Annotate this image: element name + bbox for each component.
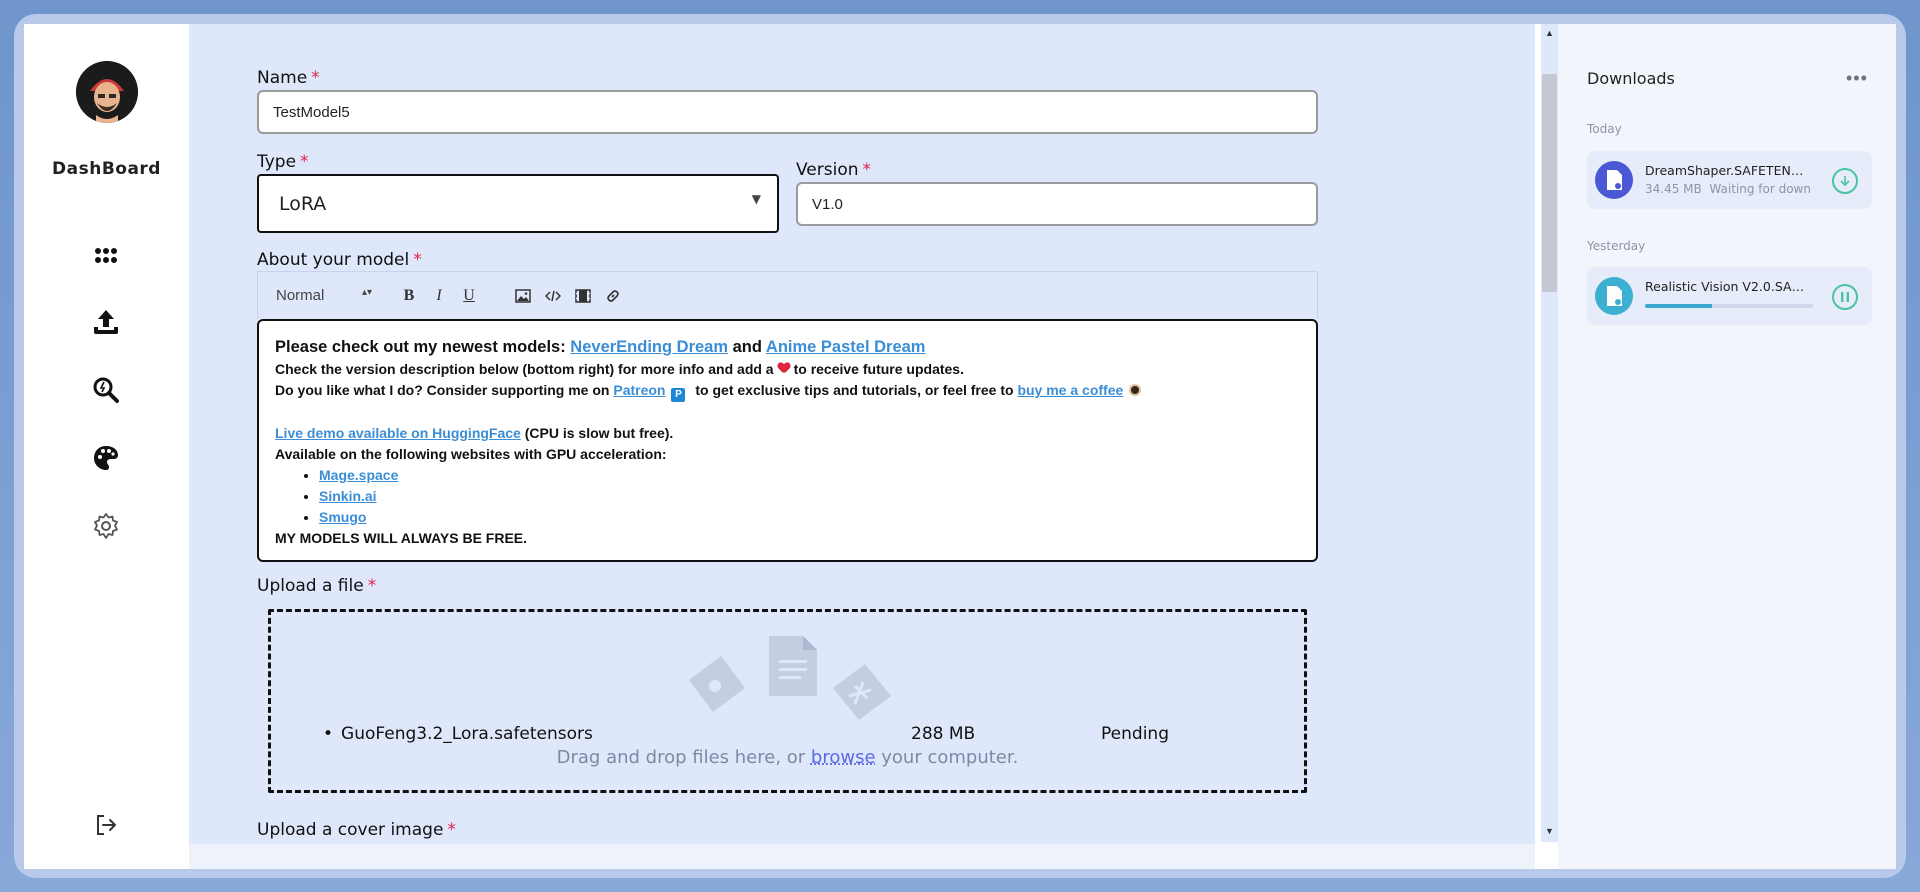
file-dropzone[interactable]: • GuoFeng3.2_Lora.safetensors 288 MB Pen… (268, 609, 1307, 793)
code-icon[interactable] (543, 286, 563, 306)
sites-list: Mage.space Sinkin.ai Smugo (319, 465, 1300, 528)
smugo-link[interactable]: Smugo (319, 509, 366, 525)
heart-icon (778, 363, 790, 374)
editor-line-1: Please check out my newest models: Never… (275, 338, 926, 356)
file-name: GuoFeng3.2_Lora.safetensors (341, 724, 593, 744)
image-icon[interactable] (513, 286, 533, 306)
download-item[interactable]: Realistic Vision V2.0.SAFETENSORS (1587, 267, 1872, 325)
palette-icon[interactable] (90, 442, 122, 474)
mage-space-link[interactable]: Mage.space (319, 467, 398, 483)
type-select[interactable]: LoRA ▼ (257, 174, 779, 233)
more-options-icon[interactable]: ••• (1846, 68, 1868, 89)
file-status: Pending (1101, 724, 1169, 744)
underline-button[interactable]: U (459, 286, 479, 306)
patreon-link[interactable]: Patreon (613, 382, 665, 398)
about-label: About your model * (257, 250, 422, 270)
download-name: DreamShaper.SAFETENSORS (1645, 163, 1810, 178)
bold-button[interactable]: B (399, 286, 419, 306)
group-label-yesterday: Yesterday (1587, 239, 1646, 253)
anime-pastel-dream-link[interactable]: Anime Pastel Dream (766, 338, 926, 356)
video-icon[interactable] (573, 286, 593, 306)
uploaded-file-row: • GuoFeng3.2_Lora.safetensors 288 MB Pen… (323, 724, 1169, 744)
list-item: Smugo (319, 507, 1300, 528)
upload-file-label: Upload a file * (257, 576, 377, 596)
italic-button[interactable]: I (429, 286, 449, 306)
editor-toolbar: Normal ▴▾ B I U (257, 271, 1318, 319)
coffee-icon (1129, 384, 1142, 396)
settings-gear-icon[interactable] (90, 510, 122, 542)
patreon-icon: P (671, 388, 686, 402)
editor-line-3: Do you like what I do? Consider supporti… (275, 380, 1300, 402)
download-item[interactable]: DreamShaper.SAFETENSORS 34.45 MB Waiting… (1587, 151, 1872, 209)
model-description-editor[interactable]: Please check out my newest models: Never… (257, 319, 1318, 562)
sidebar: DashBoard (24, 24, 189, 869)
link-icon[interactable] (603, 286, 623, 306)
file-types-illustration (689, 636, 891, 720)
scroll-up-arrow-icon[interactable]: ▲ (1541, 28, 1558, 38)
download-meta: 34.45 MB Waiting for download (1645, 182, 1810, 196)
download-icon[interactable] (1832, 168, 1858, 194)
browse-link[interactable]: browse (811, 747, 876, 768)
apps-grid-icon[interactable] (90, 240, 122, 272)
list-item: Mage.space (319, 465, 1300, 486)
main-footer-strip (189, 844, 1535, 869)
scrollbar-thumb[interactable] (1542, 74, 1557, 292)
dropzone-instructions: Drag and drop files here, or browse your… (556, 747, 1019, 768)
editor-line-4: Live demo available on HuggingFace (CPU … (275, 425, 674, 441)
type-selected-value: LoRA (279, 192, 327, 215)
avatar[interactable] (76, 61, 138, 123)
format-select[interactable]: Normal ▴▾ (276, 287, 372, 304)
search-model-icon[interactable] (90, 374, 122, 406)
logout-icon[interactable] (90, 809, 122, 841)
name-input[interactable]: TestModel5 (257, 90, 1318, 134)
file-icon (1595, 161, 1633, 199)
chevron-down-icon: ▼ (751, 192, 761, 206)
sinkin-ai-link[interactable]: Sinkin.ai (319, 488, 377, 504)
pause-icon[interactable] (1832, 284, 1858, 310)
scroll-down-arrow-icon[interactable]: ▼ (1541, 826, 1558, 836)
editor-line-final: MY MODELS WILL ALWAYS BE FREE. (275, 530, 528, 546)
editor-line-5: Available on the following websites with… (275, 446, 667, 462)
cover-image-label: Upload a cover image * (257, 820, 456, 840)
download-name: Realistic Vision V2.0.SAFETENSORS (1645, 279, 1810, 294)
huggingface-demo-link[interactable]: Live demo available on HuggingFace (275, 425, 521, 441)
name-label: Name * (257, 68, 320, 88)
file-size: 288 MB (911, 724, 976, 744)
editor-line-2: Check the version description below (bot… (275, 361, 964, 377)
downloads-title: Downloads (1587, 69, 1675, 88)
list-item: Sinkin.ai (319, 486, 1300, 507)
group-label-today: Today (1587, 122, 1622, 136)
type-label: Type * (257, 152, 309, 172)
version-input[interactable]: V1.0 (796, 182, 1318, 226)
brand-title: DashBoard (52, 159, 161, 179)
file-icon (1595, 277, 1633, 315)
download-progress-fill (1645, 304, 1713, 308)
coffee-link[interactable]: buy me a coffee (1017, 382, 1123, 398)
neverending-dream-link[interactable]: NeverEnding Dream (570, 338, 728, 356)
download-progress-bar (1645, 304, 1813, 308)
upload-icon[interactable] (90, 306, 122, 338)
version-label: Version * (796, 160, 872, 180)
